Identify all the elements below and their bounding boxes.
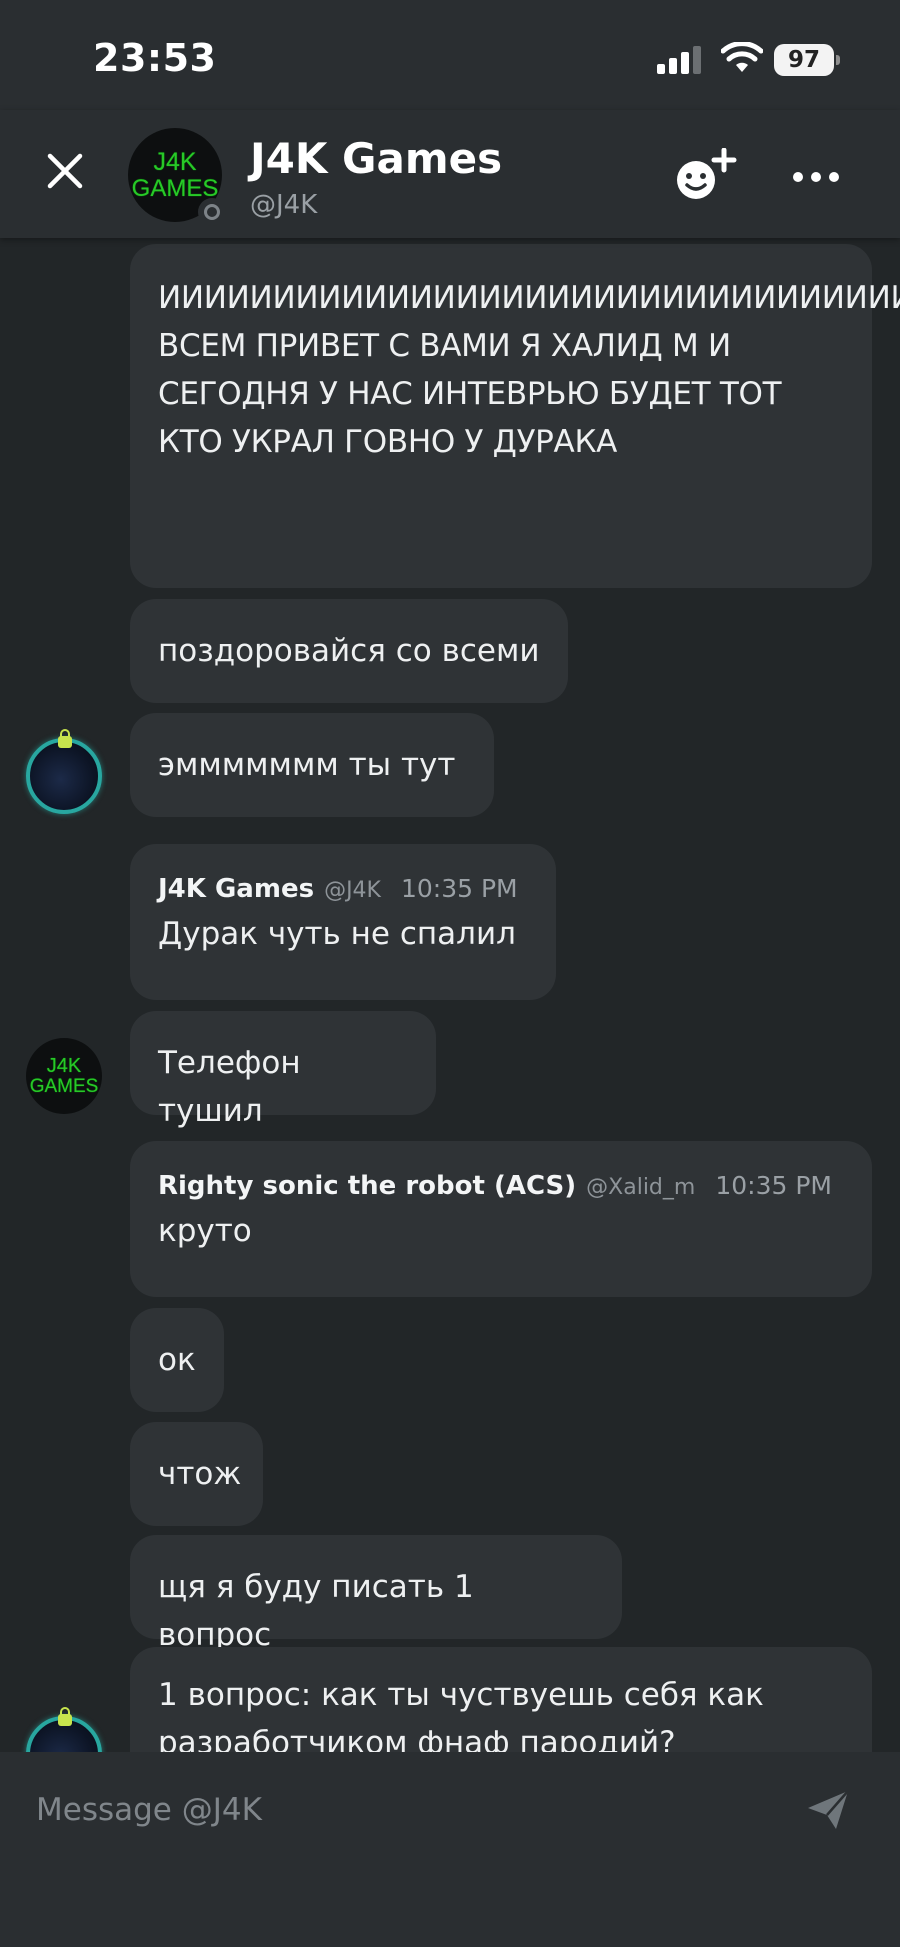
- battery-indicator: 97: [774, 44, 840, 76]
- battery-level: 97: [787, 47, 820, 73]
- avatar[interactable]: [26, 1707, 102, 1752]
- cellular-signal-icon: [657, 46, 701, 74]
- add-friend-icon[interactable]: [674, 148, 738, 204]
- j4k-games-logo: J4K GAMES: [29, 1054, 99, 1097]
- message-handle: @Xalid_m: [586, 1175, 696, 1200]
- close-icon[interactable]: [44, 150, 86, 192]
- message-author[interactable]: J4K Games: [158, 874, 314, 904]
- more-icon[interactable]: [790, 162, 842, 192]
- wifi-icon: [721, 42, 763, 72]
- lock-icon: [58, 1707, 72, 1726]
- message-input[interactable]: [36, 1780, 776, 1840]
- message-bubble[interactable]: эммммммм ты тут: [130, 713, 494, 817]
- message-time: 10:35 PM: [715, 1171, 832, 1200]
- presence-status-icon: [198, 198, 226, 226]
- message-bubble[interactable]: щя я буду писать 1 вопрос: [130, 1535, 622, 1653]
- message-meta: Righty sonic the robot (ACS) @Xalid_m 10…: [158, 1171, 844, 1201]
- message-bubble[interactable]: чтож: [130, 1422, 263, 1526]
- chat-header: J4K GAMES J4K Games @J4K: [0, 110, 900, 238]
- send-icon[interactable]: [806, 1788, 850, 1832]
- message-time: 10:35 PM: [400, 874, 518, 903]
- message-bubble[interactable]: Телефон тушил: [130, 1011, 436, 1129]
- message-bubble[interactable]: ИИИИИИИИИИИИИИИИИИИИИИИИИИИИИИИИИИИИИИИИ…: [130, 244, 900, 588]
- avatar[interactable]: [26, 729, 102, 814]
- message-handle: @J4K: [324, 878, 381, 903]
- message-bubble[interactable]: ок: [130, 1308, 224, 1412]
- message-bubble[interactable]: поздоровайся со всеми: [130, 599, 568, 703]
- status-time: 23:53: [93, 36, 217, 80]
- avatar[interactable]: J4K GAMES: [26, 1038, 102, 1114]
- status-bar: 23:53 97: [0, 0, 900, 110]
- message-author[interactable]: Righty sonic the robot (ACS): [158, 1171, 576, 1201]
- message-composer: [0, 1752, 900, 1947]
- page-title[interactable]: J4K Games: [250, 134, 502, 183]
- message-meta: J4K Games @J4K 10:35 PM: [158, 874, 528, 904]
- message-bubble[interactable]: J4K Games @J4K 10:35 PM Дурак чуть не сп…: [130, 844, 556, 1000]
- user-handle: @J4K: [250, 190, 318, 220]
- message-list[interactable]: ИИИИИИИИИИИИИИИИИИИИИИИИИИИИИИИИИИИИИИИИ…: [0, 238, 900, 1752]
- message-bubble[interactable]: 1 вопрос: как ты чуствуешь себя как разр…: [130, 1647, 872, 1752]
- message-bubble[interactable]: Righty sonic the robot (ACS) @Xalid_m 10…: [130, 1141, 872, 1297]
- lock-icon: [58, 729, 72, 748]
